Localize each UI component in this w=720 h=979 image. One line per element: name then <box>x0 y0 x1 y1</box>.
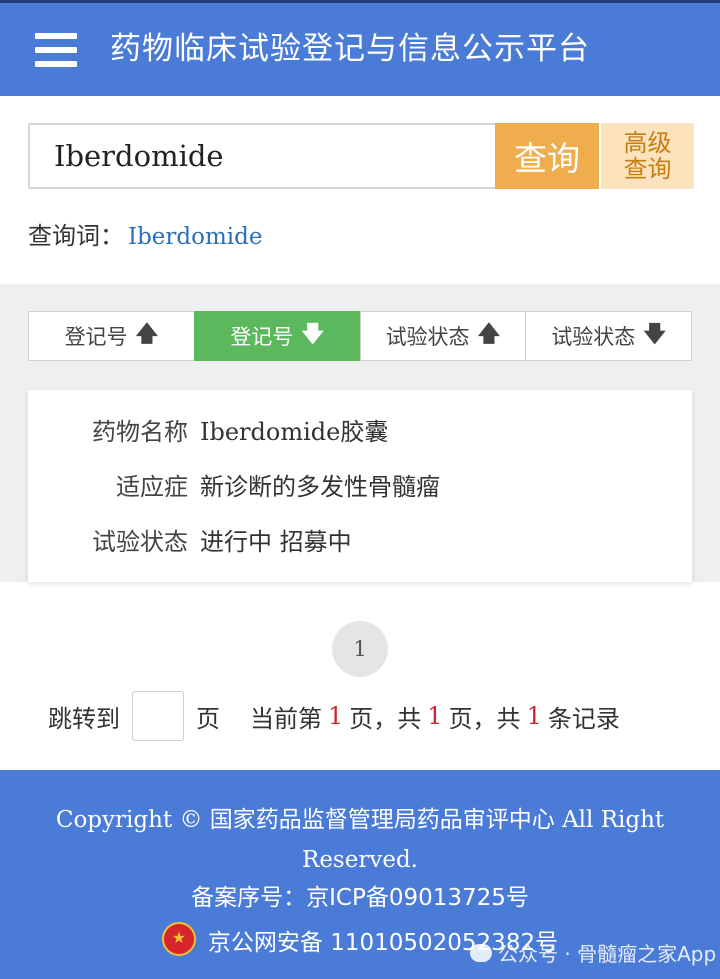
drug-name-row: 药物名称 Iberdomide胶囊 <box>28 409 388 449</box>
sort-reg-no-desc-button[interactable]: 登记号 🡇 <box>193 311 361 361</box>
sort-label: 登记号 <box>64 325 128 349</box>
sort-status-asc-button[interactable]: 试验状态 🡅 <box>359 311 527 361</box>
advanced-search-button[interactable]: 高级 查询 <box>601 123 694 189</box>
jump-label: 跳转到 <box>48 704 120 733</box>
search-bar: 查询 高级 查询 <box>28 123 694 189</box>
copyright-text: Copyright © 国家药品监督管理局药品审评中心 All Right Re… <box>55 807 665 873</box>
sort-toolbar: 登记号 🡅 登记号 🡇 试验状态 🡅 试验状态 🡇 <box>28 311 692 361</box>
arrow-down-icon: 🡇 <box>301 322 324 347</box>
indication-row: 适应症 新诊断的多发性骨髓瘤 <box>28 464 440 504</box>
hamburger-menu-icon[interactable] <box>35 33 77 67</box>
page-title: 药物临床试验登记与信息公示平台 <box>110 31 590 67</box>
advanced-search-label-line1: 高级 <box>623 129 672 157</box>
sort-label: 登记号 <box>230 325 294 349</box>
trial-status-value: 进行中 招募中 <box>200 527 352 556</box>
drug-name-value: Iberdomide胶囊 <box>200 412 388 447</box>
arrow-up-icon: 🡅 <box>477 322 501 347</box>
drug-name-latin: Iberdomide <box>200 417 341 446</box>
query-term: Iberdomide <box>128 224 263 250</box>
app-header: 药物临床试验登记与信息公示平台 <box>0 3 720 96</box>
query-summary: 查询词： Iberdomide <box>28 216 263 251</box>
total-records-prefix: 页，共 <box>448 704 521 733</box>
wechat-icon <box>470 943 492 962</box>
search-input[interactable] <box>28 123 495 189</box>
police-emblem-icon <box>161 922 196 956</box>
sort-label: 试验状态 <box>385 325 470 349</box>
trial-status-row: 试验状态 进行中 招募中 <box>28 519 352 559</box>
arrow-up-icon: 🡅 <box>135 322 159 347</box>
total-pages-number: 1 <box>427 702 443 730</box>
search-button[interactable]: 查询 <box>495 123 599 189</box>
drug-name-label: 药物名称 <box>92 417 188 446</box>
trial-status-label: 试验状态 <box>92 527 188 556</box>
jump-page-input[interactable] <box>132 691 184 741</box>
pagination-info: 跳转到 页 当前第 1 页，共 1 页，共 1 条记录 <box>48 690 620 742</box>
trial-result-card[interactable]: 药物名称 Iberdomide胶囊 适应症 新诊断的多发性骨髓瘤 试验状态 进行… <box>28 390 692 582</box>
indication-label: 适应症 <box>116 472 188 501</box>
watermark-text: 公众号 · 骨髓瘤之家App <box>498 942 717 966</box>
drug-name-form: 胶囊 <box>340 417 389 446</box>
current-page-number: 1 <box>328 702 344 730</box>
current-page-prefix: 当前第 <box>250 704 322 733</box>
records-suffix: 条记录 <box>547 704 620 733</box>
page-button-1[interactable]: 1 <box>332 621 388 677</box>
advanced-search-label-line2: 查询 <box>623 155 672 183</box>
sort-label: 试验状态 <box>551 325 636 349</box>
query-label: 查询词： <box>28 222 124 250</box>
page-unit-label: 页 <box>196 704 220 733</box>
icp-link[interactable]: 备案序号：京ICP备09013725号 <box>0 880 720 916</box>
total-records-number: 1 <box>526 702 542 730</box>
arrow-down-icon: 🡇 <box>643 322 666 347</box>
indication-value: 新诊断的多发性骨髓瘤 <box>200 472 440 501</box>
sort-status-desc-button[interactable]: 试验状态 🡇 <box>525 311 692 361</box>
sort-reg-no-asc-button[interactable]: 登记号 🡅 <box>28 311 195 361</box>
total-pages-prefix: 页，共 <box>349 704 422 733</box>
watermark: 公众号 · 骨髓瘤之家App <box>470 938 716 967</box>
